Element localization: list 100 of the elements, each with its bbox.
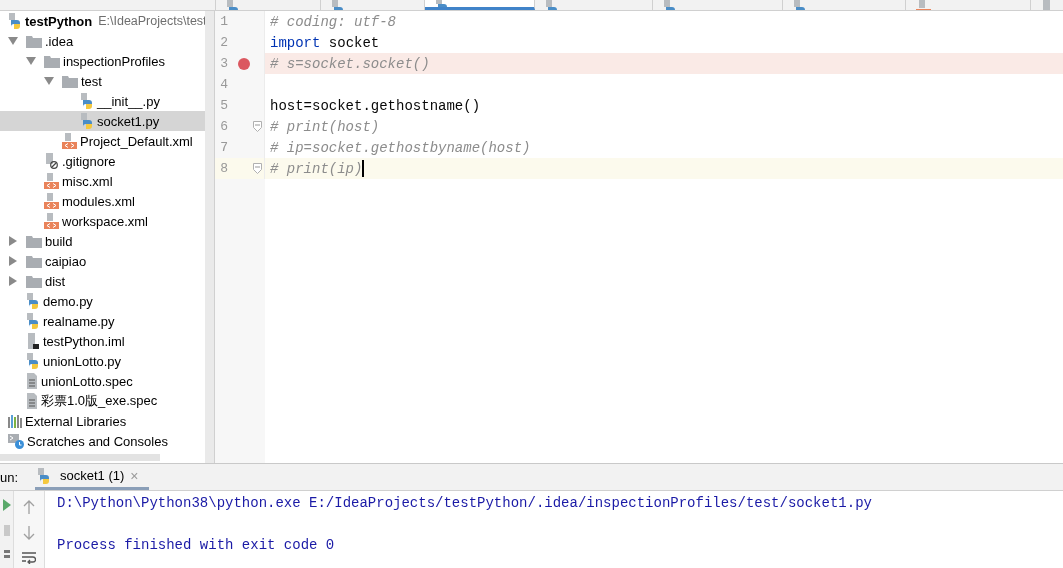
tree-item-label: caipiao [45,253,87,269]
code-line: # print(host) [270,118,380,135]
tree-item[interactable]: test [0,71,205,91]
tree-item-label: socket1.py [97,113,160,129]
tree-item-label: inspectionProfiles [63,53,165,69]
tree-item[interactable]: modules.xml [0,191,205,211]
collapsed-arrow-icon[interactable] [8,276,18,286]
python-file-icon [26,293,40,309]
tree-item-label: realname.py [43,313,115,329]
xml-file-icon [44,213,59,229]
python-file-icon [37,467,51,484]
tree-item[interactable]: unionLotto.py [0,351,205,371]
scrollbar[interactable] [0,454,160,461]
soft-wrap-icon[interactable] [22,552,36,564]
tree-item[interactable]: 彩票1.0版_exe.spec [0,391,205,411]
python-file-icon [26,313,40,329]
tree-item[interactable]: socket1.py [0,111,205,131]
module-file-icon [26,333,40,349]
tree-item[interactable]: unionLotto.spec [0,371,205,391]
python-file-icon [80,113,94,129]
breakpoint-icon[interactable] [238,57,250,70]
line-number: 7 [219,140,228,155]
tree-item-label: misc.xml [62,173,113,189]
tree-item-label: workspace.xml [62,213,148,229]
line-number: 4 [219,77,228,92]
expanded-arrow-icon[interactable] [8,36,18,46]
tree-item[interactable]: realname.py [0,311,205,331]
tree-item[interactable]: demo.py [0,291,205,311]
expanded-arrow-icon[interactable] [26,56,36,66]
ignored-file-icon [44,153,59,169]
run-tab[interactable]: socket1 (1) × [35,464,149,490]
folder-icon [26,254,42,268]
python-file-icon [80,93,94,109]
expanded-arrow-icon[interactable] [44,76,54,86]
tree-item-label: testPython [25,13,93,29]
tree-item[interactable]: testPython.iml [0,331,205,351]
tree-item[interactable]: inspectionProfiles [0,51,205,71]
code-line: # print(ip) [270,160,363,177]
tree-item-label: demo.py [43,293,93,309]
python-file-icon [26,353,40,369]
tree-item-label: __init__.py [97,93,160,109]
tree-item[interactable]: caipiao [0,251,205,271]
line-number: 8 [219,161,228,176]
text-file-icon [26,373,38,389]
tree-item-label: .idea [45,33,74,49]
xml-file-icon [44,193,59,209]
tree-item[interactable]: Project_Default.xml [0,131,205,151]
code-line: host=socket.gethostname() [270,97,481,114]
tree-item[interactable]: Scratches and Consoles [0,431,205,451]
stop-icon[interactable] [3,525,10,536]
tree-item-label: Scratches and Consoles [27,433,168,449]
tree-item[interactable]: build [0,231,205,251]
tree-item-label: unionLotto.spec [41,373,133,389]
tree-item-label: External Libraries [25,413,127,429]
run-icon[interactable] [2,499,11,511]
tree-item[interactable]: workspace.xml [0,211,205,231]
tree-item[interactable]: External Libraries [0,411,205,431]
line-number: 1 [219,14,228,29]
tree-item[interactable]: __init__.py [0,91,205,111]
libraries-icon [8,414,22,428]
collapsed-arrow-icon[interactable] [8,236,18,246]
folder-icon [26,274,42,288]
tree-item-label: Project_Default.xml [80,133,193,149]
tree-item-label: test [81,73,102,89]
xml-file-icon [44,173,59,189]
text-cursor [362,160,365,177]
tree-item[interactable]: misc.xml [0,171,205,191]
tree-item[interactable]: .gitignore [0,151,205,171]
line-number: 6 [219,119,228,134]
tree-item-label: dist [45,273,66,289]
layout-icon[interactable] [3,550,10,558]
down-arrow-icon[interactable] [23,526,35,540]
tree-item-label: .gitignore [62,153,116,169]
folder-icon [26,234,42,248]
collapsed-arrow-icon[interactable] [8,256,18,266]
scrollbar[interactable] [205,11,214,463]
code-line: # ip=socket.gethostbyname(host) [270,139,531,156]
code-line: # s=socket.socket() [270,55,430,72]
console-line: D:\Python\Python38\python.exe E:/IdeaProjects/testPython/.idea/inspectionProfiles/test/socket1.py [57,494,872,513]
tree-item[interactable]: testPython E:\IdeaProjects\test [0,11,205,31]
tree-item[interactable]: .idea [0,31,205,51]
tree-item[interactable]: dist [0,271,205,291]
console-line: Process finished with exit code 0 [57,536,336,555]
text-file-icon [26,393,38,409]
project-path: E:\IdeaProjects\test [98,14,207,28]
editor-tab[interactable] [425,0,535,10]
folder-icon [62,74,78,88]
line-number: 3 [219,56,228,71]
line-number: 2 [219,35,228,50]
tree-item-label: unionLotto.py [43,353,122,369]
folder-icon [44,54,60,68]
fold-marker-icon[interactable] [253,121,262,132]
line-number: 5 [219,98,228,113]
fold-marker-icon[interactable] [253,163,262,174]
python-file-icon [8,13,22,29]
up-arrow-icon[interactable] [23,500,35,514]
code-line: # coding: utf-8 [270,13,397,30]
folder-icon [26,34,42,48]
tree-item-label: 彩票1.0版_exe.spec [41,392,158,410]
run-label: un: [0,469,20,485]
